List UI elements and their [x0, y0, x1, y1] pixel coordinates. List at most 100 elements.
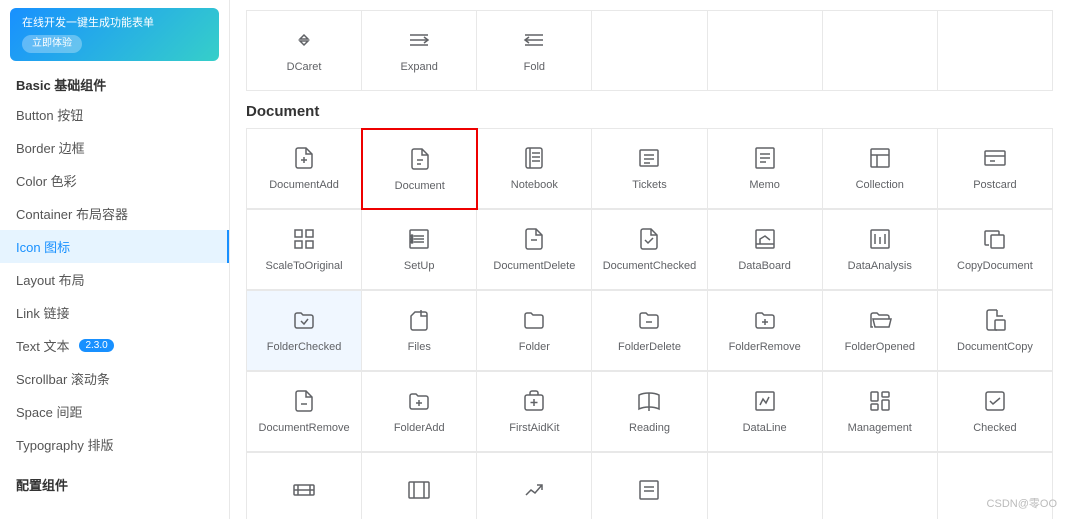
icon-reading[interactable]: Reading	[592, 372, 707, 452]
documentdelete-icon	[520, 225, 548, 253]
scaletooriginal-label: ScaleToOriginal	[266, 259, 343, 273]
folderadd-icon	[405, 387, 433, 415]
icon-folderadd[interactable]: FolderAdd	[362, 372, 477, 452]
sidebar-item-label: Color 色彩	[16, 171, 77, 190]
icon-folderopened[interactable]: FolderOpened	[823, 291, 938, 371]
sidebar-item-space[interactable]: Space 间距	[0, 395, 229, 428]
postcard-label: Postcard	[973, 178, 1016, 192]
documentcopy-icon	[981, 306, 1009, 334]
sidebar-item-container[interactable]: Container 布局容器	[0, 197, 229, 230]
document-row-3: FolderChecked Files Folder	[246, 290, 1053, 371]
icon-film1[interactable]	[247, 453, 362, 519]
folderremove-icon	[751, 306, 779, 334]
sidebar-item-label: Layout 布局	[16, 270, 85, 289]
icon-setup[interactable]: SetUp	[362, 210, 477, 290]
scaletooriginal-icon	[290, 225, 318, 253]
folderopened-label: FolderOpened	[845, 340, 915, 354]
sidebar-item-text[interactable]: Text 文本 2.3.0	[0, 329, 229, 362]
documentchecked-label: DocumentChecked	[603, 259, 697, 273]
icon-dcaret[interactable]: DCaret	[247, 11, 362, 91]
fold-icon	[520, 26, 548, 54]
icon-collection[interactable]: Collection	[823, 129, 938, 209]
sidebar-item-border[interactable]: Border 边框	[0, 131, 229, 164]
document-icon	[406, 145, 434, 173]
icon-documentcopy[interactable]: DocumentCopy	[938, 291, 1053, 371]
sidebar-item-layout[interactable]: Layout 布局	[0, 263, 229, 296]
sidebar-item-link[interactable]: Link 链接	[0, 296, 229, 329]
folderdelete-label: FolderDelete	[618, 340, 681, 354]
document-row-2: ScaleToOriginal SetUp	[246, 209, 1053, 290]
icon-folderchecked[interactable]: FolderChecked	[247, 291, 362, 371]
files-icon	[405, 306, 433, 334]
dataline-icon	[751, 387, 779, 415]
icon-documentchecked[interactable]: DocumentChecked	[592, 210, 707, 290]
sidebar-item-icon[interactable]: Icon 图标	[0, 230, 229, 263]
icon-trend[interactable]	[477, 453, 592, 519]
icon-film2[interactable]	[362, 453, 477, 519]
checked-label: Checked	[973, 421, 1016, 435]
memo-icon	[751, 144, 779, 172]
banner-text: 在线开发一键生成功能表单	[22, 16, 207, 31]
icon-checked[interactable]: Checked	[938, 372, 1053, 452]
sidebar-item-label: Space 间距	[16, 402, 82, 421]
sidebar-item-typography[interactable]: Typography 排版	[0, 428, 229, 461]
dataanalysis-icon	[866, 225, 894, 253]
icon-empty-3	[823, 11, 938, 91]
sidebar-item-scrollbar[interactable]: Scrollbar 滚动条	[0, 362, 229, 395]
firstaidkit-label: FirstAidKit	[509, 421, 559, 435]
icon-expand[interactable]: Expand	[362, 11, 477, 91]
dataanalysis-label: DataAnalysis	[848, 259, 912, 273]
collection-icon	[866, 144, 894, 172]
sidebar-item-label: Scrollbar 滚动条	[16, 369, 110, 388]
documentcopy-label: DocumentCopy	[957, 340, 1033, 354]
icon-management[interactable]: Management	[823, 372, 938, 452]
folderadd-label: FolderAdd	[394, 421, 445, 435]
documentremove-icon	[290, 387, 318, 415]
sidebar-item-label: Icon 图标	[16, 237, 70, 256]
documentchecked-icon	[635, 225, 663, 253]
icon-databoard[interactable]: DataBoard	[708, 210, 823, 290]
icon-document[interactable]: Document	[361, 128, 478, 210]
icon-dataline[interactable]: DataLine	[708, 372, 823, 452]
icon-folderremove[interactable]: FolderRemove	[708, 291, 823, 371]
expand-label: Expand	[401, 60, 438, 74]
sidebar-item-color[interactable]: Color 色彩	[0, 164, 229, 197]
icon-documentremove[interactable]: DocumentRemove	[247, 372, 362, 452]
config-section-title: 配置组件	[0, 465, 229, 498]
icon-firstaidkit[interactable]: FirstAidKit	[477, 372, 592, 452]
icon-copydocument[interactable]: CopyDocument	[938, 210, 1053, 290]
text-badge: 2.3.0	[79, 339, 113, 352]
sidebar-item-label: Typography 排版	[16, 435, 114, 454]
reading-label: Reading	[629, 421, 670, 435]
sidebar: 在线开发一键生成功能表单 立即体验 Basic 基础组件 Button 按钮 B…	[0, 0, 230, 519]
icon-scaletooriginal[interactable]: ScaleToOriginal	[247, 210, 362, 290]
expand-icon	[405, 26, 433, 54]
icon-fold[interactable]: Fold	[477, 11, 592, 91]
document-label: Document	[395, 179, 445, 193]
banner-button[interactable]: 立即体验	[22, 35, 82, 53]
icon-empty-r5-6	[823, 453, 938, 519]
icon-documentadd[interactable]: DocumentAdd	[247, 129, 362, 209]
folder-label: Folder	[519, 340, 550, 354]
icon-dataanalysis[interactable]: DataAnalysis	[823, 210, 938, 290]
icon-folder[interactable]: Folder	[477, 291, 592, 371]
main-content: DCaret Expand Fo	[230, 0, 1069, 519]
icon-files[interactable]: Files	[362, 291, 477, 371]
documentremove-label: DocumentRemove	[259, 421, 350, 435]
icon-doc5[interactable]	[592, 453, 707, 519]
basic-section-title: Basic 基础组件	[0, 69, 229, 98]
document-row-1: DocumentAdd Document	[246, 128, 1053, 209]
icon-folderdelete[interactable]: FolderDelete	[592, 291, 707, 371]
icon-documentdelete[interactable]: DocumentDelete	[477, 210, 592, 290]
icon-tickets[interactable]: Tickets	[592, 129, 707, 209]
sidebar-item-button[interactable]: Button 按钮	[0, 98, 229, 131]
folderchecked-icon	[290, 306, 318, 334]
tickets-icon	[635, 144, 663, 172]
icon-notebook[interactable]: Notebook	[477, 129, 592, 209]
sidebar-banner[interactable]: 在线开发一键生成功能表单 立即体验	[10, 8, 219, 61]
notebook-icon	[520, 144, 548, 172]
watermark: CSDN@零OO	[987, 495, 1057, 511]
tickets-label: Tickets	[632, 178, 666, 192]
icon-memo[interactable]: Memo	[708, 129, 823, 209]
icon-postcard[interactable]: Postcard	[938, 129, 1053, 209]
